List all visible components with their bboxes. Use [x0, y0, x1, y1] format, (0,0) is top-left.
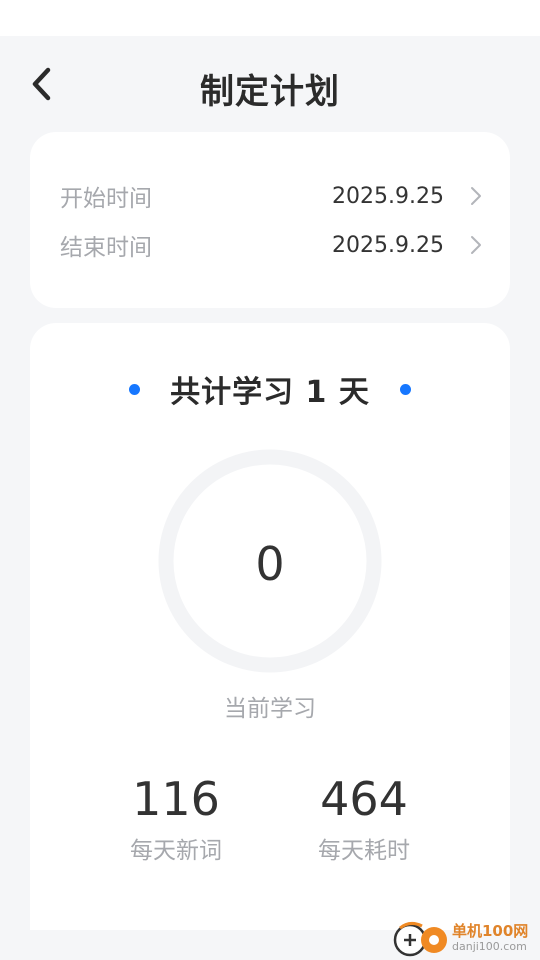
total-days-text: 共计学习 1 天 [170, 375, 370, 410]
current-study-value: 0 [255, 537, 285, 591]
page-title: 制定计划 [200, 72, 340, 112]
current-study-label: 当前学习 [224, 696, 316, 722]
watermark: 单机100网 danji100.com [390, 916, 540, 960]
status-bar [0, 0, 540, 36]
chevron-right-icon [470, 235, 484, 255]
plan-heading: 共计学习 1 天 [30, 369, 510, 410]
end-date-row[interactable]: 结束时间 2025.9.25 [60, 225, 484, 265]
plan-summary-card: 共计学习 1 天 0 当前学习 116 每天新词 464 每天耗时 [30, 323, 510, 930]
start-date-row[interactable]: 开始时间 2025.9.25 [60, 176, 484, 216]
date-range-card: 开始时间 2025.9.25 结束时间 2025.9.25 [30, 132, 510, 308]
watermark-name: 单机100网 [452, 922, 529, 940]
accent-dot-left [129, 383, 141, 395]
daily-time-label: 每天耗时 [318, 838, 410, 864]
start-date-label: 开始时间 [60, 186, 152, 212]
end-date-label: 结束时间 [60, 235, 152, 261]
daily-words-value: 116 [132, 772, 220, 826]
progress-ring: 0 [158, 449, 382, 673]
watermark-url: danji100.com [452, 940, 527, 953]
nav-bar: 制定计划 [0, 36, 540, 132]
end-date-value: 2025.9.25 [332, 232, 444, 258]
daily-time-value: 464 [320, 772, 408, 826]
chevron-right-icon [470, 186, 484, 206]
watermark-logo-icon [393, 921, 447, 957]
accent-dot-right [399, 383, 411, 395]
daily-words-stat: 116 每天新词 [76, 771, 276, 865]
daily-words-label: 每天新词 [130, 838, 222, 864]
start-date-value: 2025.9.25 [332, 183, 444, 209]
daily-time-stat: 464 每天耗时 [264, 771, 464, 865]
